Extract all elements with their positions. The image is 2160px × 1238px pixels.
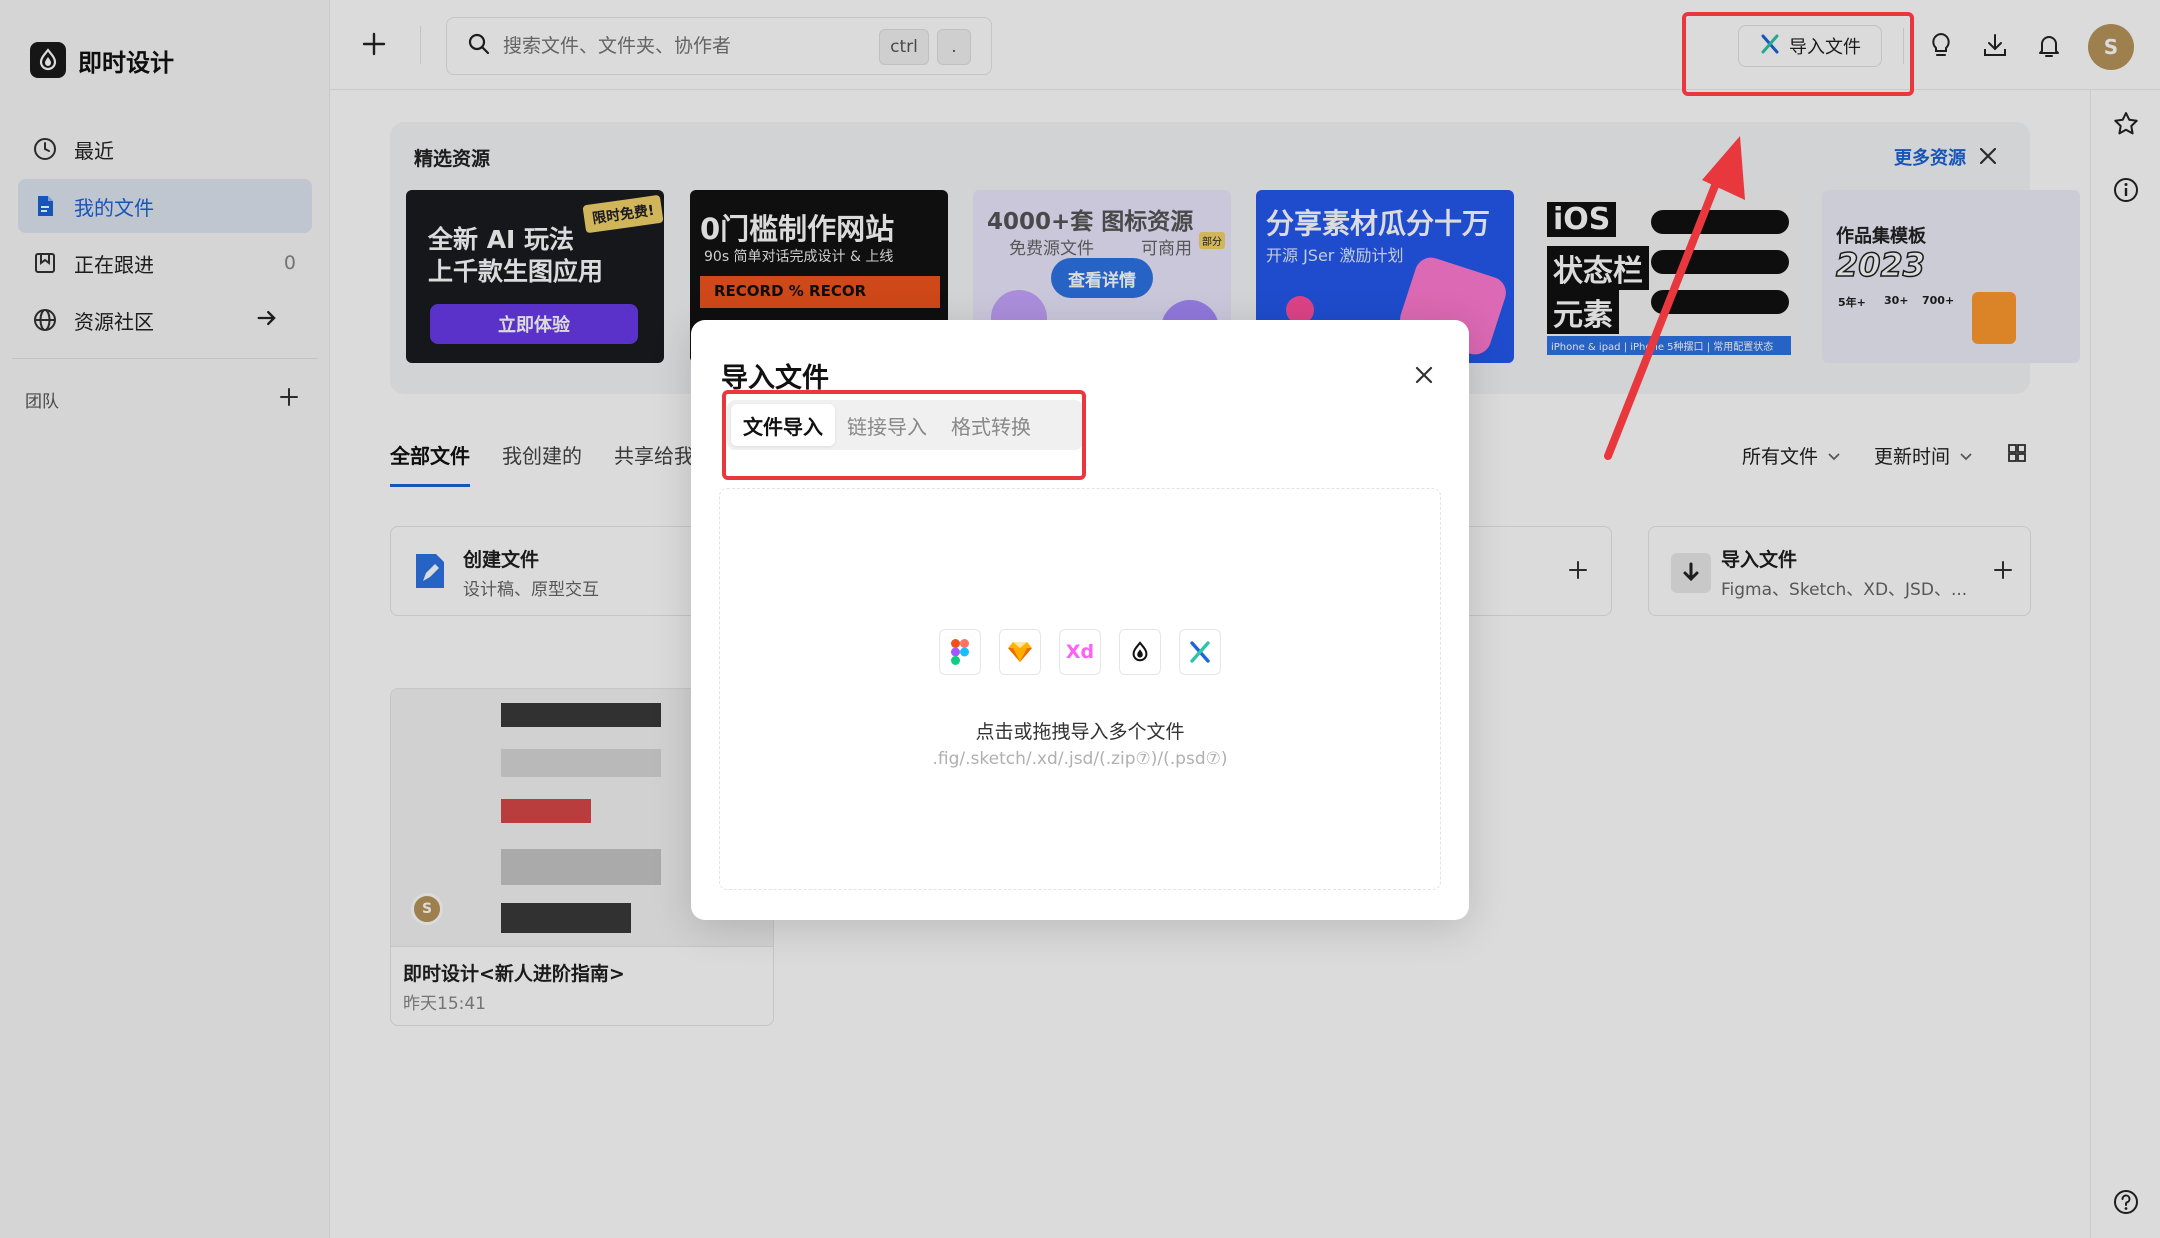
highlight-box [1682,12,1914,96]
jsd-icon [1119,629,1161,675]
dropzone-instruction: 点击或拖拽导入多个文件 [975,721,1185,743]
xd-icon: Xd [1059,629,1101,675]
arrow-annotation [1604,136,1745,460]
close-icon[interactable] [1409,360,1439,390]
figma-icon [939,629,981,675]
file-dropzone[interactable]: Xd 点击或拖拽导入多个文件 .fig/.sketch/.xd/.jsd/(.z… [719,488,1441,890]
format-icons: Xd [720,629,1440,675]
sketch-icon [999,629,1041,675]
supported-formats: .fig/.sketch/.xd/.jsd/(.zip⑦)/(.psd⑦) [932,749,1228,769]
xd-icon-label: Xd [1065,641,1095,663]
highlight-box [722,390,1086,480]
mastergo-icon [1179,629,1221,675]
